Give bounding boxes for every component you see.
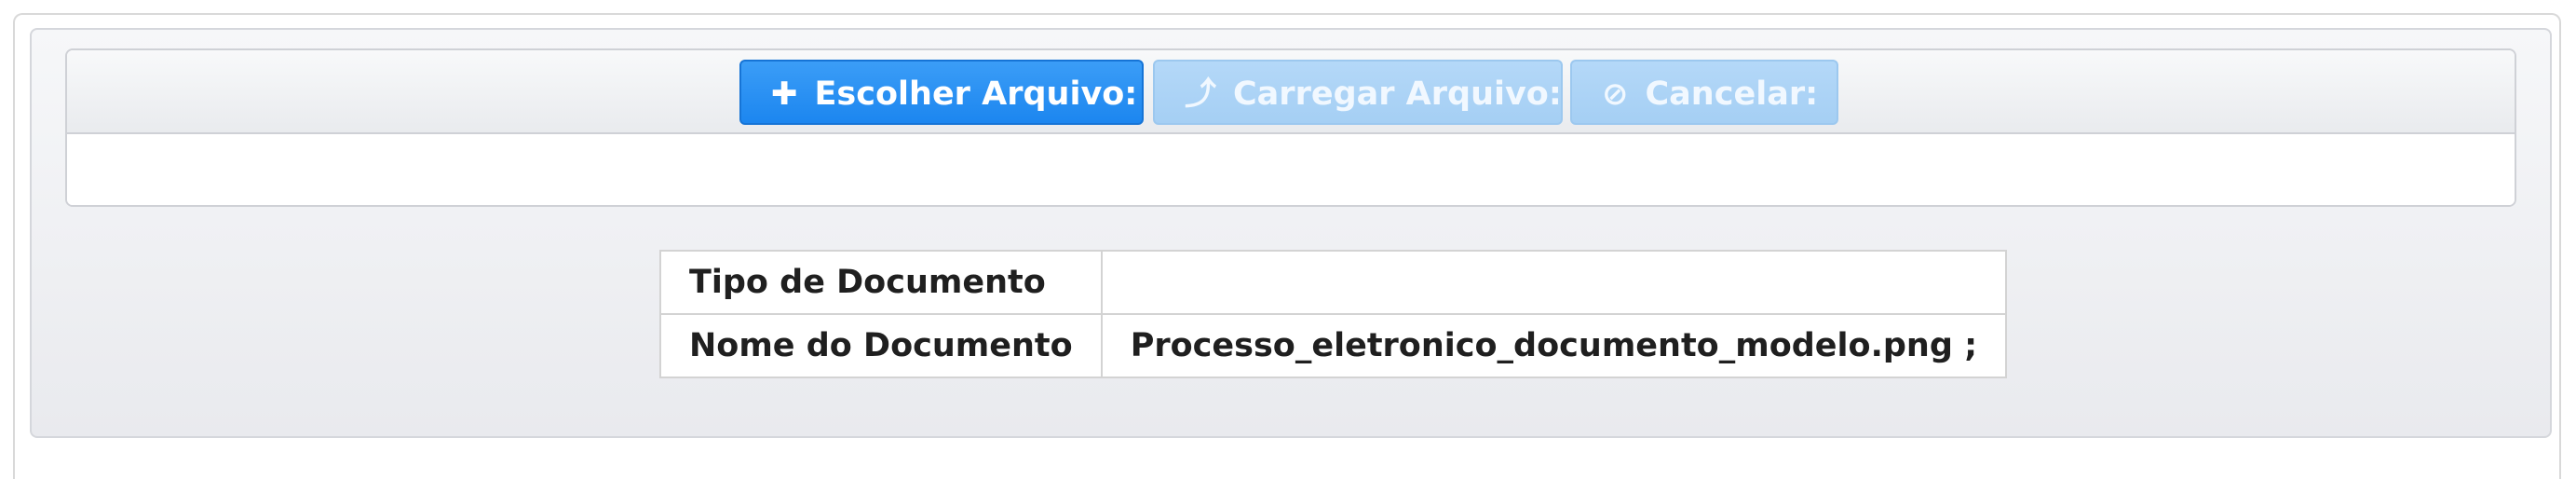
choose-file-label: Escolher Arquivo:	[814, 75, 1138, 113]
file-upload-widget: ✚ Escolher Arquivo: ⤴ Carregar Arquivo: ⊘ C…	[65, 48, 2516, 207]
cancel-circle-icon: ⊘	[1602, 75, 1629, 113]
upload-file-button[interactable]: ⤴ Carregar Arquivo:	[1153, 60, 1563, 125]
plus-icon: ✚	[771, 75, 798, 113]
upload-file-label: Carregar Arquivo:	[1233, 75, 1562, 113]
choose-file-button[interactable]: ✚ Escolher Arquivo:	[739, 60, 1144, 125]
document-name-label: Nome do Documento	[659, 313, 1103, 378]
upload-toolbar: ✚ Escolher Arquivo: ⤴ Carregar Arquivo: ⊘ C…	[67, 50, 2515, 134]
document-type-value	[1100, 250, 2008, 315]
cancel-label: Cancelar:	[1645, 75, 1819, 113]
cancel-button[interactable]: ⊘ Cancelar:	[1570, 60, 1838, 125]
document-type-label: Tipo de Documento	[659, 250, 1103, 315]
document-name-value: Processo_eletronico_documento_modelo.png…	[1100, 313, 2008, 378]
upload-file-list[interactable]	[67, 134, 2515, 205]
upload-arrow-icon: ⤴	[1185, 75, 1216, 113]
table-row: Tipo de Documento	[659, 250, 2008, 315]
table-row: Nome do Documento Processo_eletronico_do…	[659, 313, 2008, 378]
document-info-table: Tipo de Documento Nome do Documento Proc…	[659, 250, 2008, 378]
